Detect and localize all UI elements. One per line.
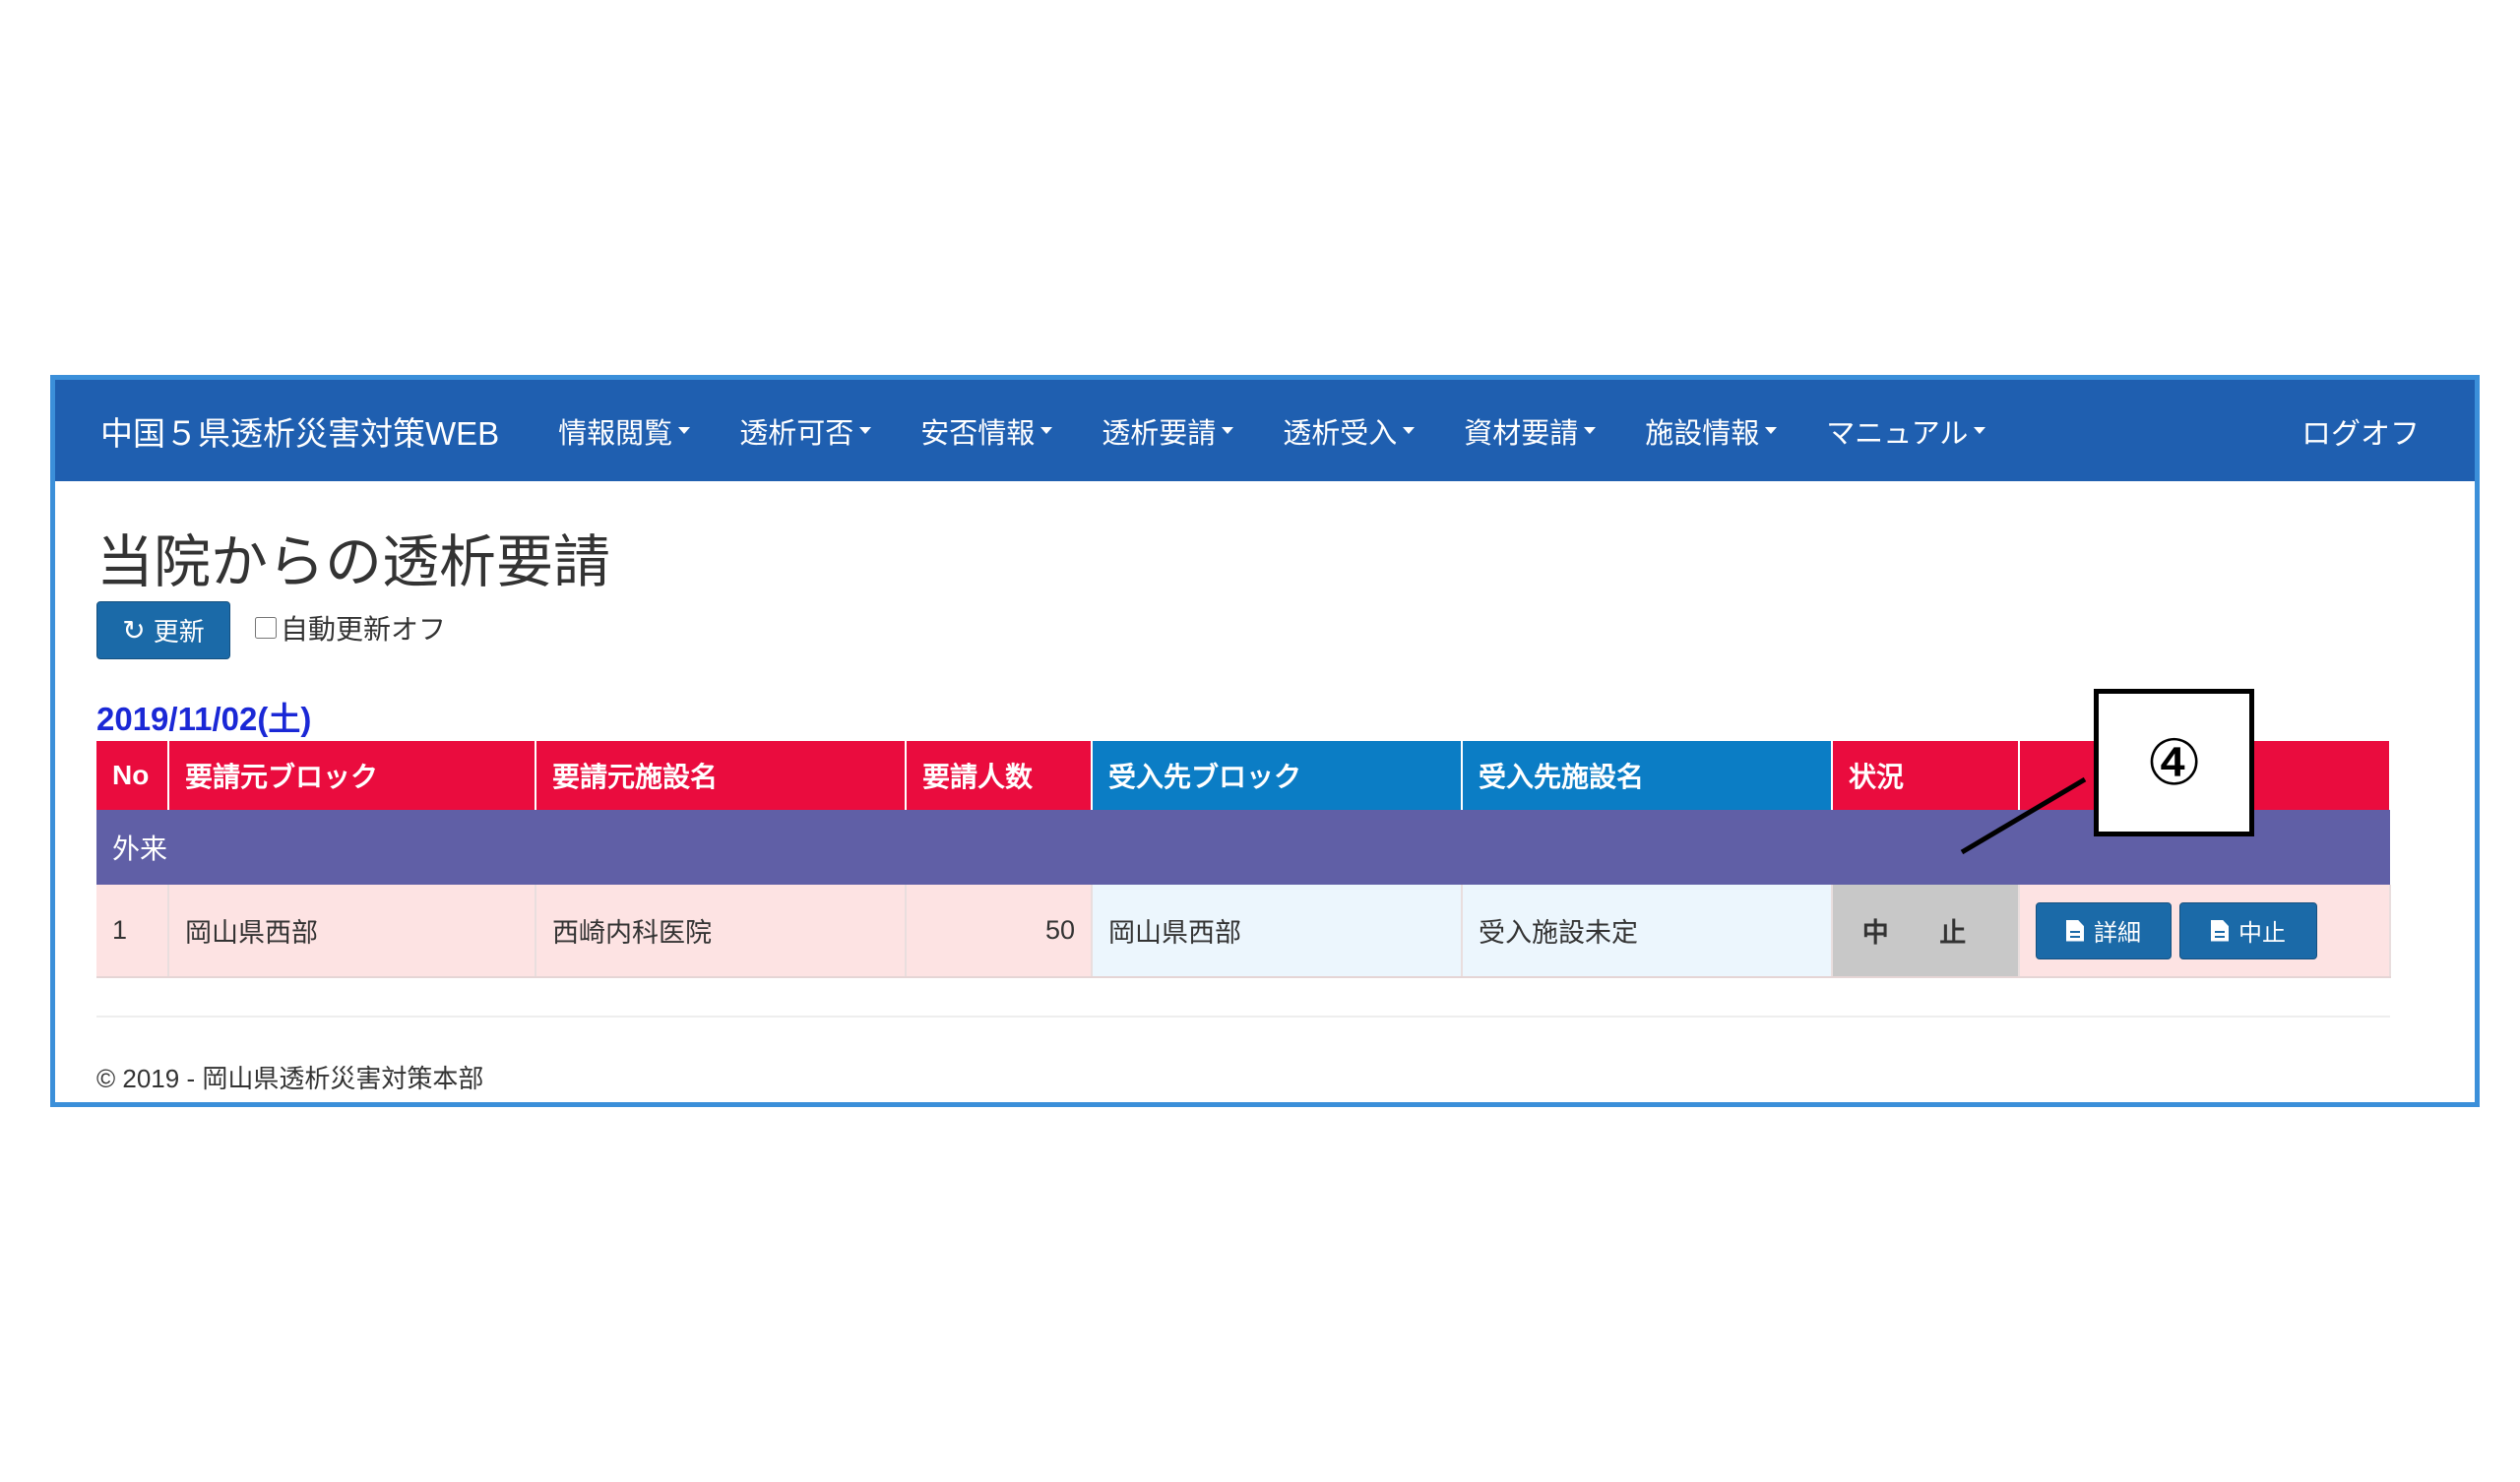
callout-line bbox=[1960, 776, 2087, 855]
callout-marker: ④ bbox=[2094, 689, 2254, 836]
